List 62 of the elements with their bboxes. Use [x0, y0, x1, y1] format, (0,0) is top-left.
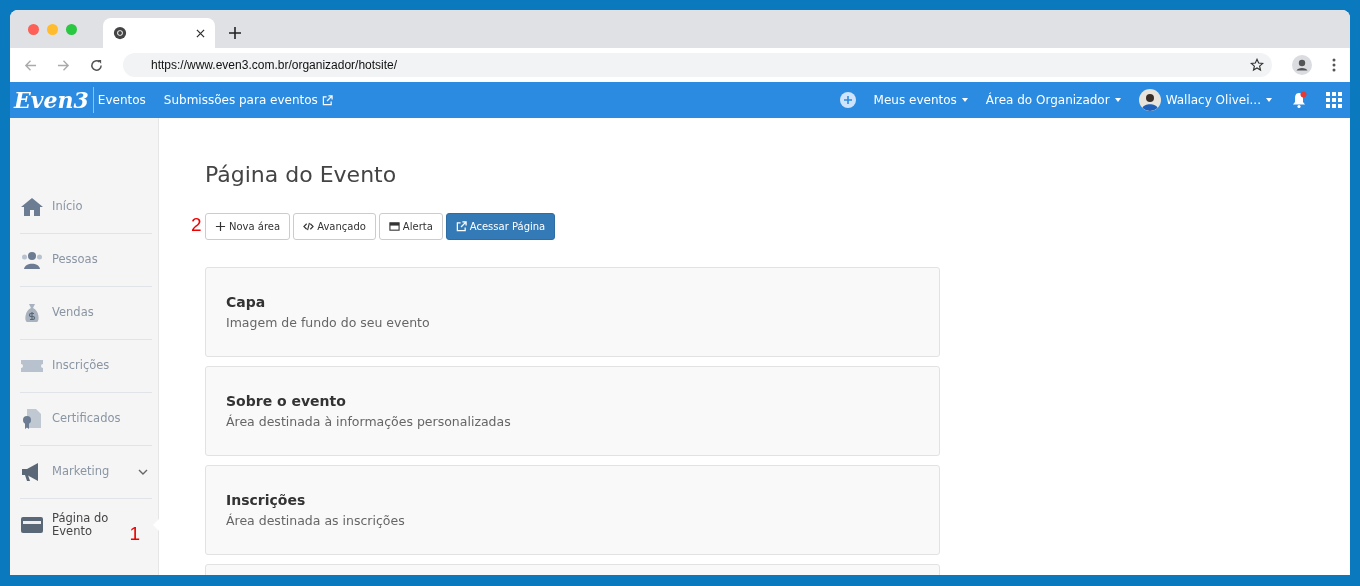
external-link-icon [455, 221, 467, 232]
sidebar-item[interactable]: Marketing [20, 446, 152, 499]
external-link-icon [321, 94, 333, 106]
sidebar-item[interactable]: Vendas [20, 287, 152, 340]
code-icon [303, 221, 315, 232]
toolbar-button[interactable]: Alerta [378, 213, 443, 240]
toolbar-button[interactable]: Acessar Página [445, 213, 556, 240]
sidebar-item[interactable]: Certificados [20, 393, 152, 446]
certificate-icon [20, 407, 44, 431]
new-tab-icon[interactable] [229, 27, 241, 39]
window-icon [388, 221, 400, 232]
sidebar-label: Pessoas [52, 253, 98, 267]
caret-icon [1114, 98, 1121, 102]
card-description: Área destinada à informações personalizadas [226, 414, 512, 429]
sidebar-item[interactable]: Página do Evento 1 [20, 499, 152, 551]
sidebar-label: Inscrições [52, 359, 110, 373]
apps-grid-icon[interactable] [1326, 92, 1342, 108]
dropdown-menu[interactable]: Área do Organizador [985, 93, 1121, 107]
section-card[interactable]: Inscrições Área destinada as inscrições [205, 465, 940, 555]
card-description: Área destinada as inscrições [226, 513, 406, 528]
profile-icon[interactable] [1292, 55, 1312, 75]
card-title: Inscrições [226, 492, 307, 508]
star-icon[interactable] [1250, 58, 1264, 72]
caret-icon [961, 98, 968, 102]
minimize-window-dot[interactable] [47, 23, 58, 35]
card-title: Capa [226, 294, 267, 310]
card-title: Sobre o evento [226, 393, 347, 409]
sidebar-label: Vendas [52, 306, 94, 320]
sidebar-item[interactable]: Inscrições [20, 340, 152, 393]
annotation-number: 1 [129, 523, 140, 545]
house-icon [20, 195, 44, 219]
annotation-number: 2 [191, 214, 202, 236]
toolbar-button[interactable]: Nova área [205, 213, 291, 240]
sidebar-label: Início [52, 200, 83, 214]
close-icon[interactable] [196, 28, 205, 38]
section-card[interactable]: Sobre o evento Área destinada à informações personalizadas [205, 366, 940, 456]
browser-tab[interactable] [103, 18, 215, 48]
sidebar-item[interactable]: Início [20, 181, 152, 234]
reload-icon[interactable] [90, 58, 103, 72]
sidebar-item[interactable]: Pessoas [20, 234, 152, 287]
sidebar-label: Certificados [52, 412, 121, 426]
caret-icon [1266, 98, 1272, 102]
submissions-link[interactable]: Submissões para eventos [163, 93, 333, 107]
page-title: Página do Evento [205, 162, 398, 187]
user-menu[interactable]: Wallacy Olivei... [1138, 89, 1272, 111]
address-field[interactable]: https://www.even3.com.br/organizador/hotsite/ [123, 53, 1272, 77]
sidebar-label: Marketing [52, 465, 110, 479]
maximize-window-dot[interactable] [66, 23, 77, 35]
dropdown-menu[interactable]: Meus eventos [873, 93, 968, 107]
close-window-dot[interactable] [28, 23, 39, 35]
avatar-icon [1138, 89, 1161, 111]
chrome-icon [113, 26, 127, 40]
toolbar-button[interactable]: Avançado [293, 213, 376, 240]
bell-icon[interactable] [1290, 91, 1308, 109]
card-description: Imagem de fundo do seu evento [226, 315, 431, 330]
logo[interactable]: Even3 [14, 87, 94, 113]
more-icon[interactable] [1332, 58, 1336, 72]
section-label: Eventos [97, 93, 146, 107]
section-card[interactable]: Capa Imagem de fundo do seu evento [205, 267, 940, 357]
sidebar-label: Página do Evento [52, 511, 110, 539]
add-icon[interactable] [839, 92, 856, 108]
plus-icon [215, 221, 226, 232]
